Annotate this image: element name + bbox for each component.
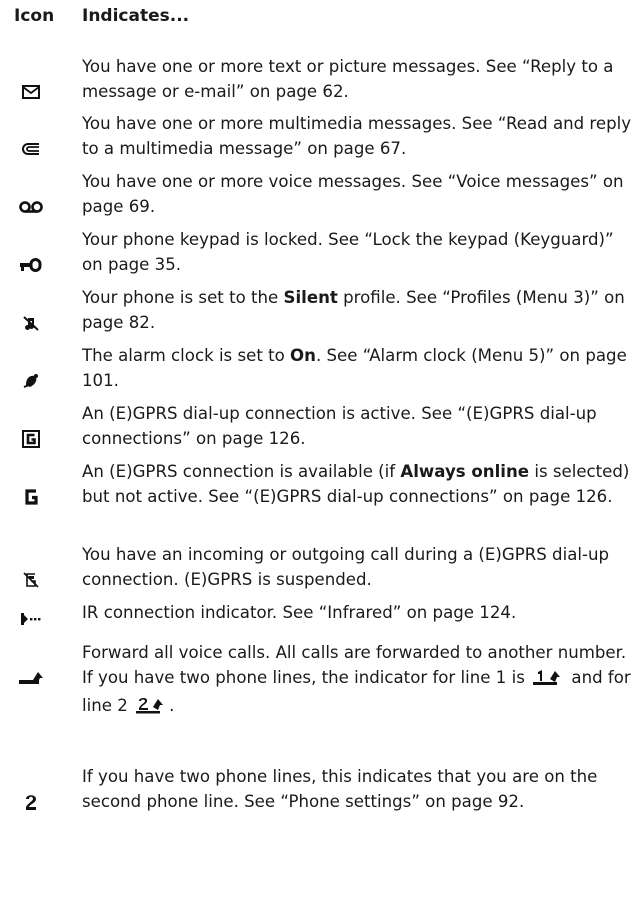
row-description: You have one or more multimedia messages…	[82, 114, 632, 158]
envelope-icon	[12, 79, 50, 105]
row-description: Forward all voice calls. All calls are f…	[82, 640, 634, 721]
row-description: An (E)GPRS connection is available (if A…	[82, 462, 630, 506]
column-header-indicates: Indicates...	[82, 6, 190, 26]
alarm-clock-icon	[12, 368, 50, 394]
infrared-icon	[12, 606, 50, 632]
row-description: Your phone is set to the Silent profile.…	[82, 288, 625, 332]
row-description: If you have two phone lines, this indica…	[82, 767, 598, 811]
gprs-available-icon	[12, 484, 50, 510]
line-1-forward-icon	[533, 668, 563, 693]
line-2-icon	[12, 789, 50, 815]
table-header: Icon Indicates...	[0, 6, 639, 32]
silent-profile-icon	[12, 310, 50, 336]
key-lock-icon	[12, 252, 50, 278]
row-description: An (E)GPRS dial-up connection is active.…	[82, 404, 597, 448]
column-header-icon: Icon	[14, 6, 55, 26]
line-2-forward-icon	[136, 696, 166, 721]
row-description: The alarm clock is set to On. See “Alarm…	[82, 346, 627, 390]
row-description: Your phone keypad is locked. See “Lock t…	[82, 230, 614, 274]
row-description: You have an incoming or outgoing call du…	[82, 545, 610, 589]
row-description: You have one or more voice messages. See…	[82, 172, 624, 216]
multimedia-message-icon	[12, 136, 50, 162]
gprs-suspended-icon	[12, 567, 50, 593]
row-description: You have one or more text or picture mes…	[82, 57, 614, 101]
voicemail-icon	[12, 194, 50, 220]
call-forward-icon	[12, 665, 50, 691]
row-description: IR connection indicator. See “Infrared” …	[82, 603, 517, 622]
gprs-active-icon	[12, 426, 50, 452]
